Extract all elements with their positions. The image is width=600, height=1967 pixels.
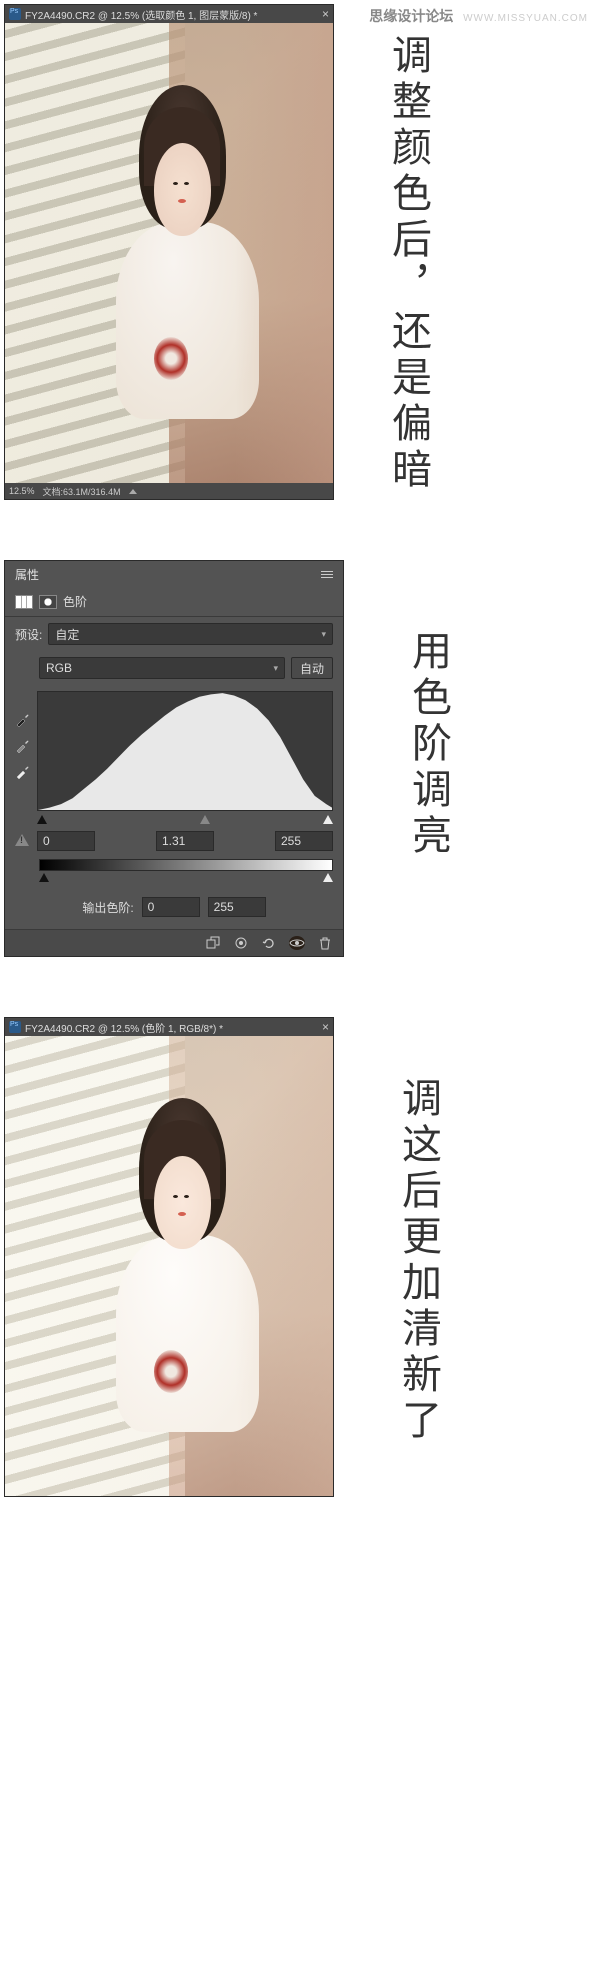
adjustment-type-row: 色阶 [5,587,343,617]
preset-row: 预设: 自定 ▾ [5,617,343,651]
properties-panel: 属性 色阶 预设: 自定 ▾ RGB ▾ 自动 [4,560,344,957]
output-gradient [39,859,333,871]
input-slider-rail[interactable] [37,815,333,825]
ps-titlebar: FY2A4490.CR2 @ 12.5% (色阶 1, RGB/8*) * × [5,1018,333,1036]
panel-title: 属性 [15,566,39,583]
channel-value: RGB [46,661,72,675]
watermark-cn: 思缘设计论坛 [369,8,453,24]
toggle-visibility-icon[interactable] [289,936,305,950]
watermark: 思缘设计论坛 WWW.MISSYUAN.COM [369,6,588,26]
caption-1: 调整颜色后，还是偏暗 [379,34,437,494]
gray-point-eyedropper-icon[interactable] [15,737,31,753]
histogram-area [5,685,343,829]
caption-3: 调这后更加清新了 [389,1077,447,1445]
chevron-down-icon: ▾ [273,663,278,674]
document-title: FY2A4490.CR2 @ 12.5% (选取颜色 1, 图层蒙版/8) * [25,7,257,22]
input-white-slider[interactable] [323,815,333,824]
histogram-chart [38,692,332,810]
disclosure-triangle-icon[interactable] [129,489,137,494]
photoshop-icon [9,8,21,20]
section-levels: 属性 色阶 预设: 自定 ▾ RGB ▾ 自动 [0,560,600,957]
input-white-field[interactable]: 255 [275,831,333,851]
preset-label: 预设: [15,626,42,643]
panel-title-row: 属性 [5,561,343,587]
clip-to-layer-icon[interactable] [205,936,221,950]
ps-document-window-before: FY2A4490.CR2 @ 12.5% (选取颜色 1, 图层蒙版/8) * … [4,4,334,500]
channel-row: RGB ▾ 自动 [5,651,343,685]
ps-document-window-after: FY2A4490.CR2 @ 12.5% (色阶 1, RGB/8*) * × [4,1017,334,1497]
input-gamma-field[interactable]: 1.31 [156,831,214,851]
input-black-slider[interactable] [37,815,47,824]
ps-titlebar: FY2A4490.CR2 @ 12.5% (选取颜色 1, 图层蒙版/8) * … [5,5,333,23]
preset-value: 自定 [55,626,79,643]
adjustment-type-label: 色阶 [63,593,87,610]
view-previous-state-icon[interactable] [233,936,249,950]
input-values-row: 0 1.31 255 [5,829,343,853]
ps-canvas-after [5,1036,333,1496]
panel-footer [5,929,343,956]
document-info: 文档:63.1M/316.4M [43,485,121,498]
zoom-level[interactable]: 12.5% [9,486,35,496]
reset-icon[interactable] [261,936,277,950]
section-after: FY2A4490.CR2 @ 12.5% (色阶 1, RGB/8*) * × … [0,1017,600,1517]
output-label: 输出色阶: [82,899,133,916]
close-icon[interactable]: × [322,7,329,21]
output-white-field[interactable]: 255 [208,897,266,917]
preset-select[interactable]: 自定 ▾ [48,623,333,645]
input-black-field[interactable]: 0 [37,831,95,851]
delete-adjustment-icon[interactable] [317,936,333,950]
levels-icon[interactable] [15,595,33,609]
input-gamma-slider[interactable] [200,815,210,824]
ps-canvas-before [5,23,333,483]
eyedropper-column [15,691,31,829]
ps-statusbar: 12.5% 文档:63.1M/316.4M [5,483,333,499]
black-point-eyedropper-icon[interactable] [15,711,31,727]
white-point-eyedropper-icon[interactable] [15,763,31,779]
histogram [37,691,333,811]
document-title: FY2A4490.CR2 @ 12.5% (色阶 1, RGB/8*) * [25,1020,223,1035]
output-white-slider[interactable] [323,873,333,882]
close-icon[interactable]: × [322,1020,329,1034]
channel-select[interactable]: RGB ▾ [39,657,285,679]
output-black-slider[interactable] [39,873,49,882]
output-values-row: 输出色阶: 0 255 [5,889,343,929]
watermark-en: WWW.MISSYUAN.COM [463,13,588,24]
chevron-down-icon: ▾ [321,629,326,640]
auto-button[interactable]: 自动 [291,657,333,679]
caption-2: 用色阶调亮 [399,630,457,860]
mask-icon[interactable] [39,595,57,609]
panel-menu-icon[interactable] [321,571,333,578]
clipping-warning-icon[interactable] [15,834,29,848]
section-before: FY2A4490.CR2 @ 12.5% (选取颜色 1, 图层蒙版/8) * … [0,0,600,500]
output-black-field[interactable]: 0 [142,897,200,917]
output-slider-rail[interactable] [39,873,333,883]
photoshop-icon [9,1021,21,1033]
